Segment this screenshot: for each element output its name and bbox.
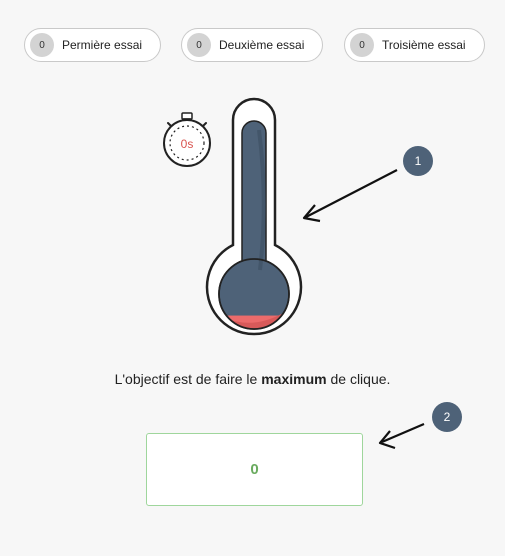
annotation-badge-2: 2 [432,402,462,432]
objective-suffix: de clique. [330,371,391,387]
objective-text: L'objectif est de faire le maximum de cl… [0,371,505,387]
stopwatch-icon: 0s [163,112,211,167]
arrow-1 [305,169,398,218]
timer-value: 0s [181,137,194,151]
click-counter-button[interactable]: 0 [146,433,363,506]
objective-prefix: L'objectif est de faire le [114,371,258,387]
click-counter-value: 0 [250,461,259,478]
objective-emphasis: maximum [261,371,327,387]
annotation-badge-1: 1 [403,146,433,176]
